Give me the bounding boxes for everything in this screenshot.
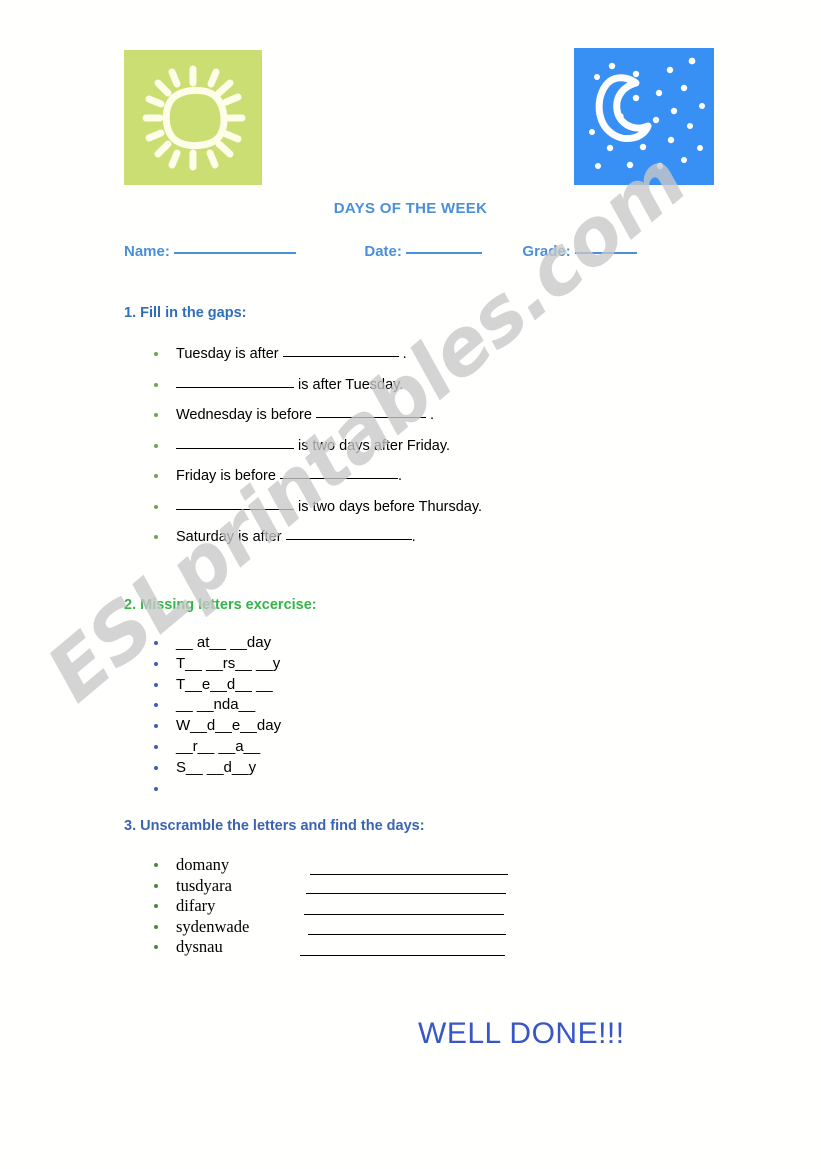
list-item: Tuesday is after . xyxy=(148,343,668,374)
answer-blank[interactable] xyxy=(176,386,294,388)
name-label: Name: xyxy=(124,243,170,260)
section-2-heading: 2. Missing letters excercise: xyxy=(124,597,317,613)
date-field[interactable]: Date: xyxy=(364,243,483,260)
answer-blank[interactable] xyxy=(306,893,506,894)
item-text-post: . xyxy=(425,407,435,423)
missing-letters-word: __ at__ __day xyxy=(176,634,272,651)
item-text-post: . xyxy=(411,529,416,545)
answer-blank[interactable] xyxy=(304,913,504,915)
moon-stars-icon xyxy=(589,57,705,170)
section-1-heading: 1. Fill in the gaps: xyxy=(124,305,247,321)
name-input-rule[interactable] xyxy=(174,252,297,254)
answer-blank[interactable] xyxy=(176,447,294,449)
list-item: Saturday is after . xyxy=(148,526,668,557)
date-input-rule[interactable] xyxy=(406,252,483,254)
item-text-post: is after Tuesday. xyxy=(294,376,404,393)
item-text-pre: Saturday is after xyxy=(176,529,286,545)
item-text-post: is two days after Friday. xyxy=(294,437,451,454)
list-item[interactable]: T__e__d__ __ xyxy=(148,675,568,696)
well-done-text: WELL DONE!!! xyxy=(418,1017,625,1050)
grade-field[interactable]: Grade: xyxy=(522,243,637,260)
answer-blank[interactable] xyxy=(285,539,412,540)
date-label: Date: xyxy=(364,243,402,260)
answer-blank[interactable] xyxy=(300,954,505,956)
grade-label: Grade: xyxy=(522,243,571,260)
list-item: sydenwade xyxy=(148,917,568,938)
scrambled-word: sydenwade xyxy=(176,916,250,936)
answer-blank[interactable] xyxy=(315,417,426,418)
fill-in-the-gaps-list: Tuesday is after . is after Tuesday. Wed… xyxy=(148,343,668,557)
scrambled-word: domany xyxy=(176,855,230,874)
list-item: is two days before Thursday. xyxy=(148,496,668,527)
missing-letters-list: __ at__ __day T__ __rs__ __y T__e__d__ _… xyxy=(148,633,568,799)
answer-blank[interactable] xyxy=(279,478,398,479)
item-text-pre: Wednesday is before xyxy=(176,407,316,423)
unscramble-list: domany tusdyara difary sydenwade dysnau xyxy=(148,855,568,958)
missing-letters-word: S__ __d__y xyxy=(176,758,257,776)
scrambled-word: difary xyxy=(176,896,216,915)
missing-letters-word: T__ __rs__ __y xyxy=(176,654,281,672)
sun-icon xyxy=(142,65,246,171)
list-item[interactable]: S__ __d__y xyxy=(148,758,568,779)
list-item: difary xyxy=(148,896,568,917)
list-item: is two days after Friday. xyxy=(148,435,668,466)
answer-blank[interactable] xyxy=(282,356,399,357)
list-item[interactable]: __ at__ __day xyxy=(148,633,568,654)
item-text-post: . xyxy=(398,346,407,362)
list-item[interactable]: W__d__e__day xyxy=(148,716,568,737)
list-item: tusdyara xyxy=(148,876,568,897)
sun-illustration xyxy=(124,50,262,185)
item-text-post: . xyxy=(397,468,402,484)
grade-input-rule[interactable] xyxy=(574,252,637,254)
page-title: DAYS OF THE WEEK xyxy=(333,200,488,217)
answer-blank[interactable] xyxy=(308,934,506,935)
scrambled-word: dysnau xyxy=(176,937,223,956)
moon-illustration xyxy=(574,48,714,185)
section-3-heading: 3. Unscramble the letters and find the d… xyxy=(124,818,425,834)
list-item[interactable]: __ __nda__ xyxy=(148,695,568,716)
item-text-pre: Friday is before xyxy=(176,468,280,484)
missing-letters-word: W__d__e__day xyxy=(176,717,282,735)
list-item: domany xyxy=(148,855,568,876)
list-item[interactable]: __r__ __a__ xyxy=(148,737,568,758)
list-item[interactable]: T__ __rs__ __y xyxy=(148,654,568,675)
missing-letters-word: __r__ __a__ xyxy=(176,737,261,755)
scrambled-word: tusdyara xyxy=(176,875,232,895)
answer-blank[interactable] xyxy=(310,873,508,875)
list-item: Friday is before . xyxy=(148,465,668,496)
list-item-empty[interactable] xyxy=(148,779,568,800)
item-text-pre: Tuesday is after xyxy=(176,346,283,362)
name-field[interactable]: Name: xyxy=(124,243,297,260)
item-text-post: is two days before Thursday. xyxy=(294,498,483,515)
list-item: is after Tuesday. xyxy=(148,374,668,405)
list-item: dysnau xyxy=(148,937,568,958)
answer-blank[interactable] xyxy=(176,508,294,510)
missing-letters-word: T__e__d__ __ xyxy=(176,675,273,693)
student-info-row: Name: Date: Grade: xyxy=(124,243,724,260)
missing-letters-word: __ __nda__ xyxy=(176,696,256,714)
list-item: Wednesday is before . xyxy=(148,404,668,435)
